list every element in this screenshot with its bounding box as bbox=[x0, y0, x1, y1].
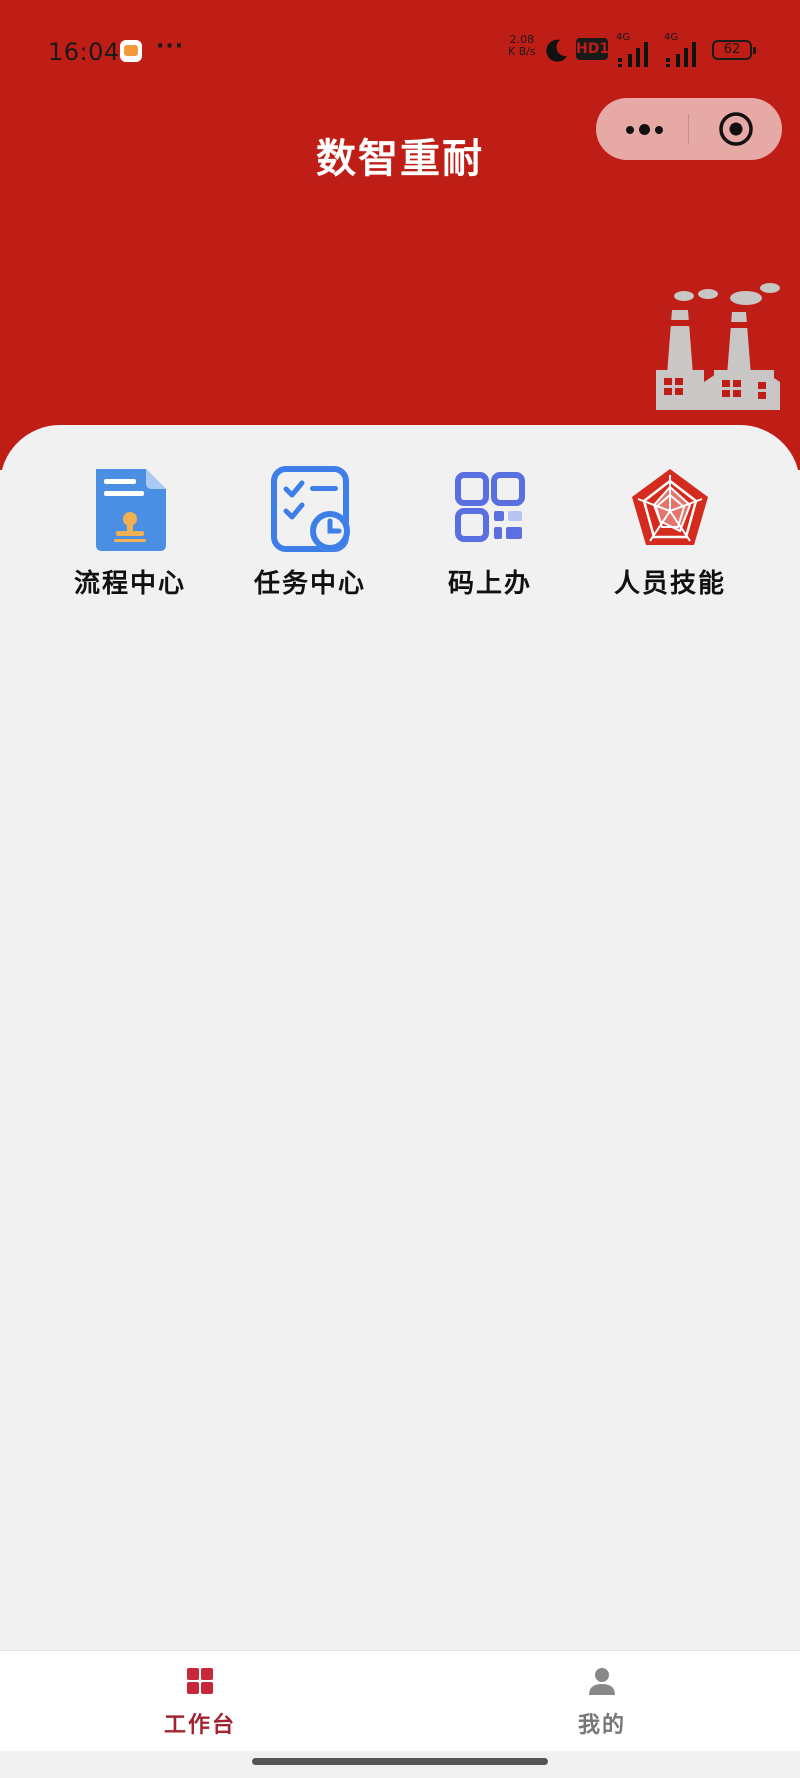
battery-indicator: 62 bbox=[712, 40, 756, 60]
document-stamp-icon bbox=[96, 469, 166, 551]
grid-item-label: 流程中心 bbox=[73, 569, 186, 599]
grid-item-process-center[interactable]: 流程中心 bbox=[40, 465, 220, 605]
grid-item-label: 人员技能 bbox=[613, 569, 726, 599]
grid-item-label: 任务中心 bbox=[253, 569, 366, 599]
content-panel: 流程中心 任务中心 码上办 人员技能 bbox=[0, 425, 800, 1650]
signal-strength-1: 4G bbox=[616, 32, 656, 72]
tab-label: 我的 bbox=[577, 1712, 626, 1738]
tab-workbench[interactable]: 工作台 bbox=[100, 1651, 300, 1751]
status-bar: 16:04 ··· 2.08 K B/s HD1 4G 4G 62 bbox=[0, 30, 800, 74]
checklist-clock-icon bbox=[271, 466, 350, 552]
qr-code-icon bbox=[455, 472, 525, 542]
user-icon bbox=[589, 1668, 615, 1695]
status-time: 16:04 bbox=[48, 38, 120, 66]
signal-type-2: 4G bbox=[664, 32, 679, 43]
moon-icon bbox=[546, 39, 567, 62]
screen: 16:04 ··· 2.08 K B/s HD1 4G 4G 62 数智重耐 流… bbox=[0, 0, 800, 1778]
hd-badge: HD1 bbox=[576, 38, 609, 60]
grid-item-staff-skills[interactable]: 人员技能 bbox=[580, 465, 760, 605]
grid-item-label: 码上办 bbox=[447, 569, 532, 599]
signal-type-1: 4G bbox=[616, 32, 631, 43]
network-speed: 2.08 K B/s bbox=[508, 34, 536, 58]
network-speed-unit: K B/s bbox=[508, 45, 536, 58]
page-title: 数智重耐 bbox=[316, 135, 484, 182]
bottom-tab-bar: 工作台 我的 bbox=[0, 1650, 800, 1751]
signal-strength-2: 4G bbox=[664, 32, 704, 72]
grid-item-task-center[interactable]: 任务中心 bbox=[220, 465, 400, 605]
grid-item-scan-qr[interactable]: 码上办 bbox=[400, 465, 580, 605]
tab-mine[interactable]: 我的 bbox=[502, 1651, 702, 1751]
radar-chart-icon bbox=[632, 469, 708, 545]
tab-label: 工作台 bbox=[163, 1712, 236, 1738]
grid-icon bbox=[187, 1668, 213, 1694]
function-grid: 流程中心 任务中心 码上办 人员技能 bbox=[0, 465, 800, 605]
home-indicator[interactable] bbox=[252, 1758, 548, 1765]
more-notifications-icon: ··· bbox=[156, 34, 185, 59]
factory-icon bbox=[656, 283, 780, 410]
message-app-icon bbox=[120, 40, 142, 62]
header: 16:04 ··· 2.08 K B/s HD1 4G 4G 62 数智重耐 bbox=[0, 0, 800, 470]
